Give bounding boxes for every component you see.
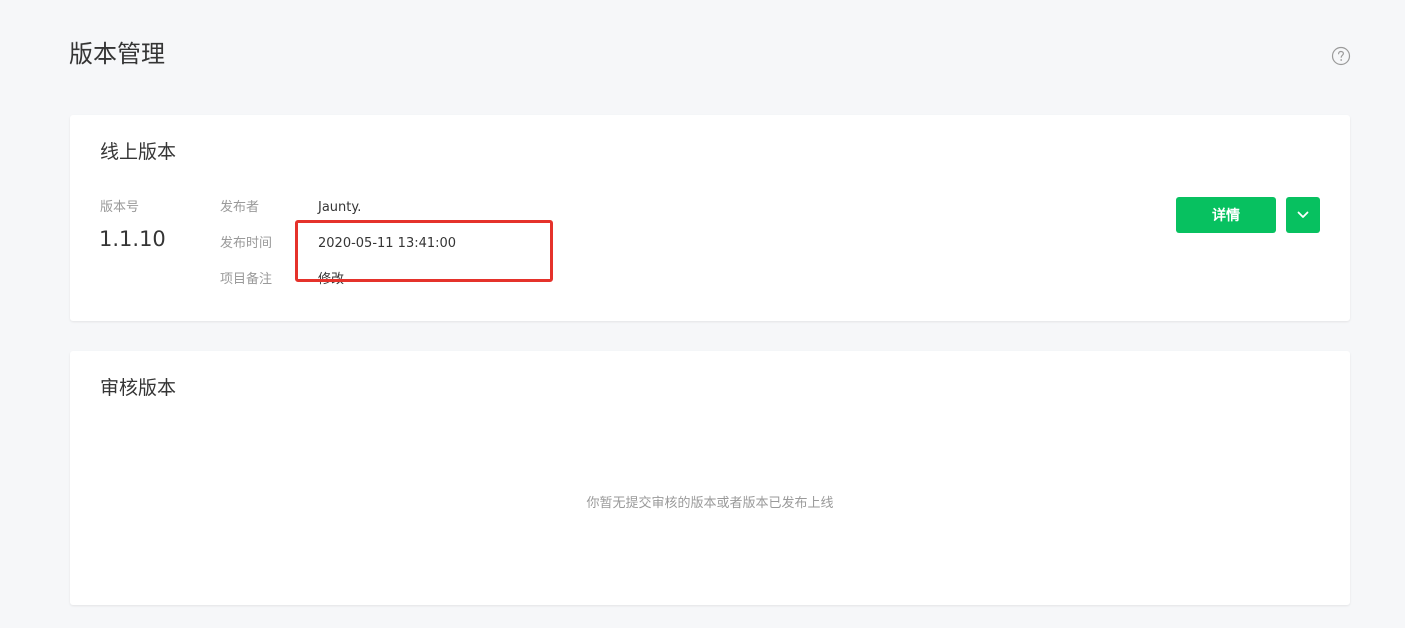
publish-time-value: 2020-05-11 13:41:00 [318, 236, 457, 251]
remark-value: 修改 [318, 272, 345, 287]
online-version-title: 线上版本 [100, 141, 177, 163]
publisher-value: Jaunty. [318, 200, 362, 215]
version-number: 1.1.10 [99, 227, 166, 251]
empty-state-message: 你暂无提交审核的版本或者版本已发布上线 [586, 496, 834, 511]
page-title: 版本管理 [69, 40, 165, 68]
help-icon[interactable] [1331, 46, 1351, 66]
publisher-label: 发布者 [220, 200, 260, 215]
detail-button[interactable]: 详情 [1176, 197, 1276, 233]
review-version-card: 审核版本 你暂无提交审核的版本或者版本已发布上线 [70, 351, 1350, 605]
online-version-card: 线上版本 版本号 1.1.10 发布者 Jaunty. 发布时间 2020-05… [70, 115, 1350, 321]
version-number-label: 版本号 [100, 200, 140, 215]
review-version-title: 审核版本 [100, 377, 177, 399]
more-actions-button[interactable] [1286, 197, 1320, 233]
chevron-down-icon [1297, 211, 1309, 218]
publish-time-label: 发布时间 [220, 236, 273, 251]
remark-label: 项目备注 [220, 272, 273, 287]
